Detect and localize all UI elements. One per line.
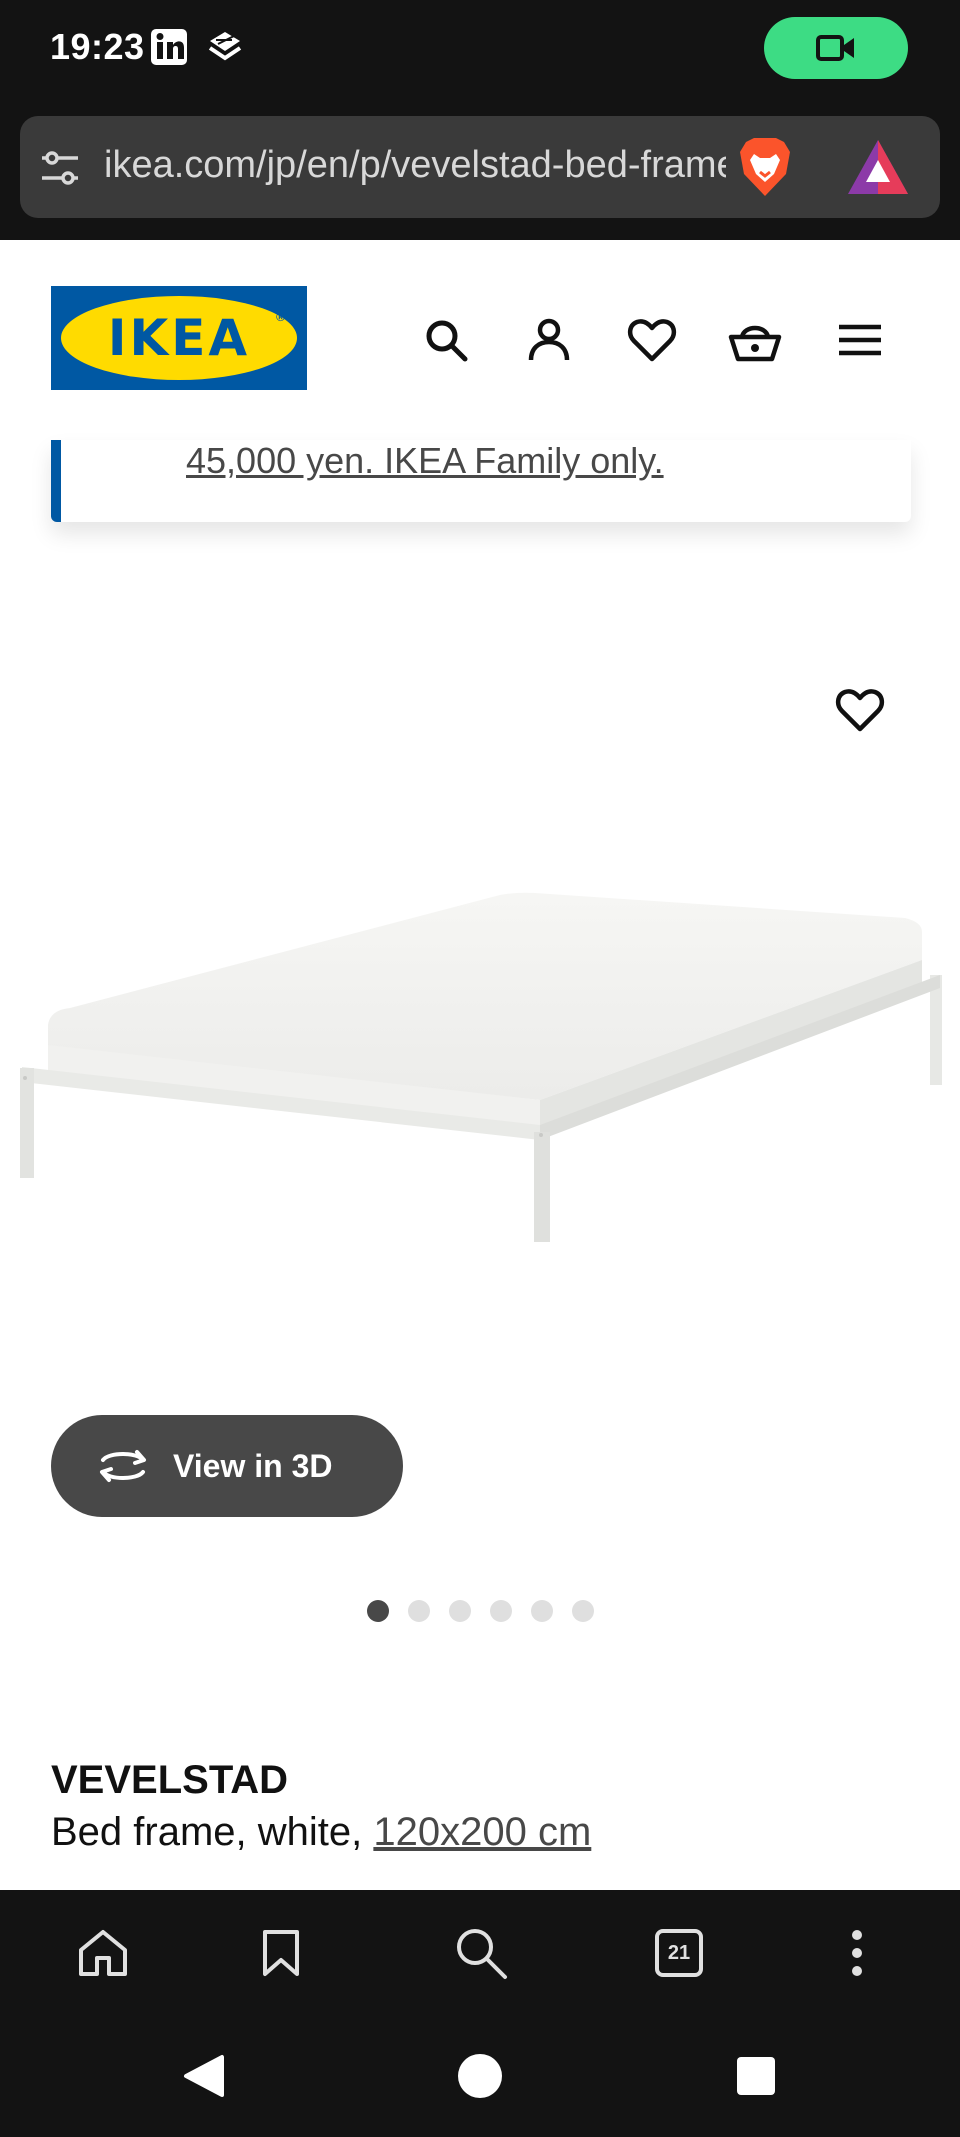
rotate-3d-icon — [100, 1450, 146, 1482]
gallery-dot[interactable] — [408, 1600, 430, 1622]
family-promo-banner: 45,000 yen. IKEA Family only. — [51, 440, 911, 522]
home-circle-icon[interactable] — [450, 2046, 510, 2106]
browser-toolbar: ikea.com/jp/en/p/vevelstad-bed-frame-whi… — [0, 112, 960, 240]
screen-recording-indicator[interactable] — [764, 17, 908, 79]
brave-rewards-icon[interactable] — [846, 138, 910, 196]
status-time: 19:23 — [50, 26, 145, 67]
product-name: VEVELSTAD — [51, 1758, 289, 1802]
menu-icon[interactable] — [832, 312, 888, 368]
promo-link[interactable]: 45,000 yen. IKEA Family only. — [186, 440, 664, 482]
more-icon[interactable] — [822, 1918, 892, 1988]
recents-icon[interactable] — [726, 2046, 786, 2106]
status-bar: 19:23 — [0, 0, 960, 112]
android-navigation-bar — [0, 2016, 960, 2137]
video-camera-icon — [816, 35, 854, 61]
search-icon[interactable] — [418, 312, 474, 368]
account-icon[interactable] — [521, 312, 577, 368]
product-gallery[interactable] — [0, 600, 960, 1380]
bookmark-icon[interactable] — [246, 1918, 316, 1988]
add-to-favourites-button[interactable] — [828, 678, 892, 742]
view-in-3d-button[interactable]: View in 3D — [51, 1415, 403, 1517]
gallery-pagination — [0, 1600, 960, 1624]
basket-icon[interactable] — [727, 312, 783, 368]
home-icon[interactable] — [68, 1918, 138, 1988]
stack-icon — [206, 28, 244, 66]
registered-mark: ® — [276, 310, 285, 324]
logo-text: IKEA — [107, 309, 251, 367]
product-description-text: Bed frame, white, — [51, 1810, 374, 1854]
ikea-logo[interactable]: IKEA ® — [51, 286, 307, 390]
browser-bottom-toolbar: 21 — [0, 1890, 960, 2016]
view-in-3d-label: View in 3D — [173, 1447, 333, 1484]
back-icon[interactable] — [174, 2046, 234, 2106]
product-description: Bed frame, white, 120x200 cm — [51, 1810, 591, 1855]
size-link[interactable]: 120x200 cm — [373, 1810, 591, 1854]
linkedin-icon — [150, 28, 188, 66]
tune-icon[interactable] — [38, 146, 82, 190]
brave-shields-icon[interactable] — [732, 134, 798, 200]
gallery-dot[interactable] — [367, 1600, 389, 1622]
gallery-dot[interactable] — [531, 1600, 553, 1622]
search-icon[interactable] — [446, 1918, 516, 1988]
product-image-bed — [20, 892, 942, 1242]
gallery-dot[interactable] — [572, 1600, 594, 1622]
site-header: IKEA ® — [0, 240, 960, 440]
tab-count: 21 — [655, 1929, 703, 1977]
tabs-icon[interactable]: 21 — [644, 1918, 714, 1988]
gallery-dot[interactable] — [490, 1600, 512, 1622]
heart-icon[interactable] — [624, 312, 680, 368]
gallery-dot[interactable] — [449, 1600, 471, 1622]
heart-icon — [835, 689, 885, 732]
address-bar[interactable]: ikea.com/jp/en/p/vevelstad-bed-frame-whi… — [20, 116, 940, 218]
url-text[interactable]: ikea.com/jp/en/p/vevelstad-bed-frame-whi… — [104, 144, 726, 187]
